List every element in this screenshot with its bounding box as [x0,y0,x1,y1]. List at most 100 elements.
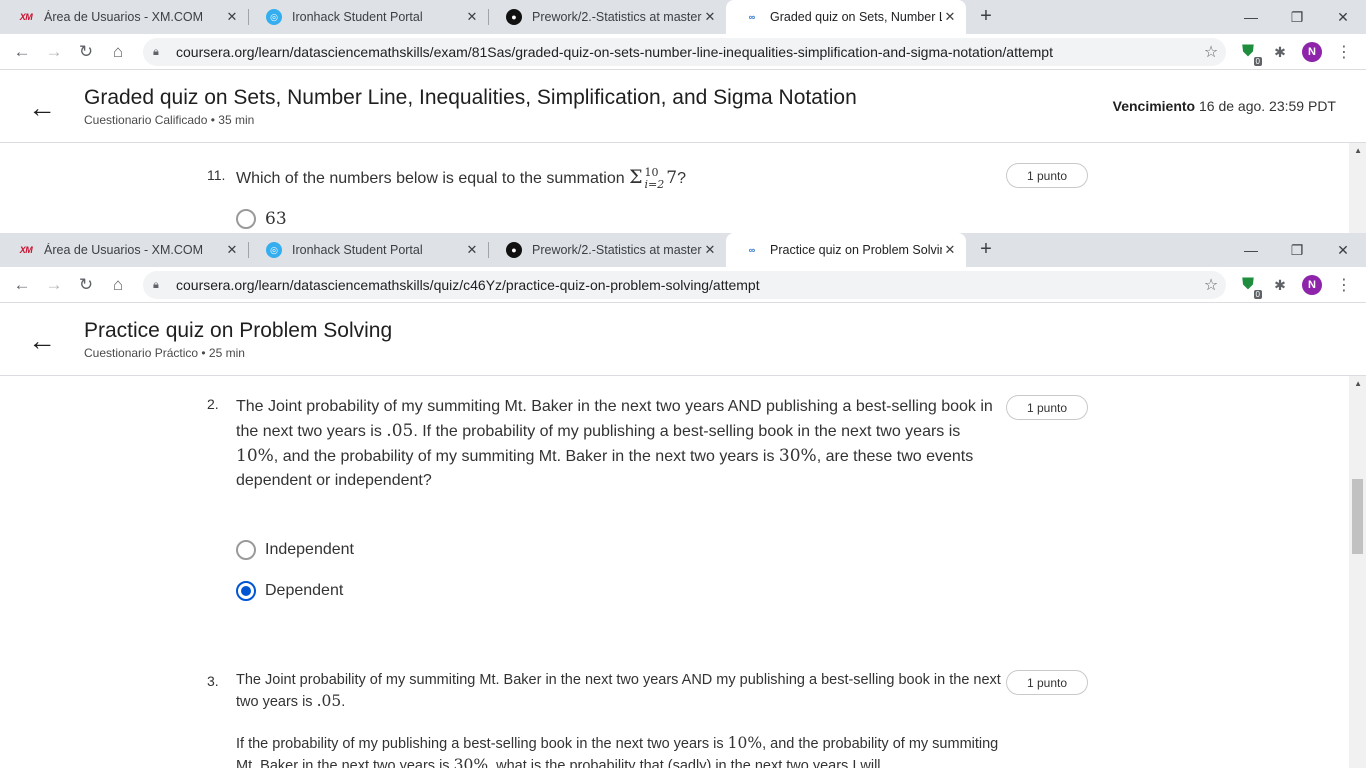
quiz-header: ← Practice quiz on Problem Solving Cuest… [0,303,1366,376]
radio-button[interactable] [236,540,256,560]
due-label: Vencimiento [1112,98,1196,114]
page-title: Practice quiz on Problem Solving [84,319,393,342]
points-badge: 1 punto [1006,670,1088,695]
minimize-button[interactable]: — [1228,233,1274,267]
tab-github[interactable]: ● Prework/2.-Statistics at master · N ✕ [488,0,726,34]
scrollbar[interactable]: ▲ [1349,376,1366,768]
bookmark-star-icon[interactable]: ☆ [1196,275,1226,295]
question-number: 11. [207,167,226,183]
close-tab-icon[interactable]: ✕ [224,242,240,258]
tab-xm[interactable]: XM Área de Usuarios - XM.COM ✕ [0,0,248,34]
scroll-thumb[interactable] [1352,479,1363,554]
avatar-initial: N [1308,46,1316,58]
reload-button[interactable]: ↻ [74,40,98,64]
math-value: 10% [236,446,274,466]
tab-ironhack[interactable]: ◎ Ironhack Student Portal ✕ [248,233,488,267]
tab-strip: XM Área de Usuarios - XM.COM ✕ ◎ Ironhac… [0,0,1366,34]
browser-menu-icon[interactable]: ⋮ [1334,275,1354,295]
sigma-lower-limit: i=2 [644,177,665,191]
restore-button[interactable]: ❐ [1274,0,1320,34]
question-3-paragraph-2: If the probability of my publishing a be… [236,733,1001,768]
new-tab-button[interactable]: + [975,239,997,261]
close-tab-icon[interactable]: ✕ [942,9,958,25]
tab-label: Prework/2.-Statistics at master · N [532,243,702,257]
close-tab-icon[interactable]: ✕ [942,242,958,258]
tab-xm[interactable]: XM Área de Usuarios - XM.COM ✕ [0,233,248,267]
profile-avatar[interactable]: N [1302,42,1322,62]
close-tab-icon[interactable]: ✕ [464,242,480,258]
xm-logo-icon: XM [19,245,33,255]
ironhack-icon: ◎ [266,242,282,258]
new-tab-button[interactable]: + [975,6,997,28]
tab-label: Área de Usuarios - XM.COM [44,10,204,24]
math-value: 10% [727,734,763,752]
browser-menu-icon[interactable]: ⋮ [1334,42,1354,62]
sigma-upper-limit: 10 [644,165,659,179]
close-window-button[interactable]: ✕ [1320,233,1366,267]
question-number: 3. [207,673,219,689]
option-label: Dependent [265,582,344,599]
restore-button[interactable]: ❐ [1274,233,1320,267]
reload-button[interactable]: ↻ [74,273,98,297]
question-text: Which of the numbers below is equal to t… [236,165,1001,191]
coursera-icon: ∞ [748,12,756,22]
question-text-part: The Joint probability of my summiting Mt… [236,672,1001,710]
sigma-term: 7 [666,168,678,188]
question-text-part: . If the probability of my publishing a … [413,423,961,440]
answer-option[interactable]: 63 [236,209,287,229]
minimize-button[interactable]: — [1228,0,1274,34]
browser-window-graded-quiz: XM Área de Usuarios - XM.COM ✕ ◎ Ironhac… [0,0,1366,233]
url-text[interactable]: coursera.org/learn/datasciencemathskills… [176,277,1196,293]
home-button[interactable]: ⌂ [106,40,130,64]
extensions-puzzle-icon[interactable]: ✱ [1270,275,1290,295]
answer-option-independent[interactable]: Independent [236,540,354,560]
close-tab-icon[interactable]: ✕ [224,9,240,25]
address-bar[interactable]: 🔒︎ coursera.org/learn/datasciencemathski… [143,38,1226,66]
due-value: 16 de ago. 23:59 PDT [1199,98,1336,114]
back-button[interactable]: ← [10,40,34,64]
back-arrow-icon[interactable]: ← [28,94,56,122]
forward-button[interactable]: → [42,273,66,297]
profile-avatar[interactable]: N [1302,275,1322,295]
question-text-part: If the probability of my publishing a be… [236,736,728,752]
close-tab-icon[interactable]: ✕ [464,9,480,25]
tab-label: Ironhack Student Portal [292,10,423,24]
extensions-puzzle-icon[interactable]: ✱ [1270,42,1290,62]
github-icon: ● [506,242,522,258]
back-arrow-icon[interactable]: ← [28,327,56,355]
tab-graded-quiz[interactable]: ∞ Graded quiz on Sets, Number Lin ✕ [726,0,966,34]
radio-button-selected[interactable] [236,581,256,601]
scroll-up-arrow-icon[interactable]: ▲ [1354,146,1362,155]
radio-button[interactable] [236,209,256,229]
points-badge: 1 punto [1006,163,1088,188]
ironhack-icon: ◎ [266,9,282,25]
question-3-text: The Joint probability of my summiting Mt… [236,670,1001,768]
tab-practice-quiz[interactable]: ∞ Practice quiz on Problem Solving ✕ [726,233,966,267]
close-window-button[interactable]: ✕ [1320,0,1366,34]
page-title: Graded quiz on Sets, Number Line, Inequa… [84,86,857,109]
lock-icon: 🔒︎ [153,278,159,291]
shield-extension-icon[interactable]: ⛊ 0 [1238,42,1262,66]
browser-window-practice-quiz: XM Área de Usuarios - XM.COM ✕ ◎ Ironhac… [0,233,1366,768]
url-text[interactable]: coursera.org/learn/datasciencemathskills… [176,44,1196,60]
answer-option-dependent[interactable]: Dependent [236,581,343,601]
tab-label: Graded quiz on Sets, Number Lin [770,10,942,24]
back-button[interactable]: ← [10,273,34,297]
browser-toolbar: ← → ↻ ⌂ 🔒︎ coursera.org/learn/datascienc… [0,267,1366,303]
math-value: 30% [453,756,489,768]
scrollbar[interactable]: ▲ [1349,143,1366,233]
option-label: Independent [265,541,354,558]
address-bar[interactable]: 🔒︎ coursera.org/learn/datasciencemathski… [143,271,1226,299]
home-button[interactable]: ⌂ [106,273,130,297]
close-tab-icon[interactable]: ✕ [702,242,718,258]
sigma-symbol: Σ [629,166,643,188]
tab-ironhack[interactable]: ◎ Ironhack Student Portal ✕ [248,0,488,34]
bookmark-star-icon[interactable]: ☆ [1196,42,1226,62]
tab-github[interactable]: ● Prework/2.-Statistics at master · N ✕ [488,233,726,267]
scroll-up-arrow-icon[interactable]: ▲ [1354,379,1362,388]
forward-button[interactable]: → [42,40,66,64]
quiz-content: ▲ 2. The Joint probability of my summiti… [0,376,1366,768]
shield-extension-icon[interactable]: ⛊ 0 [1238,275,1262,299]
close-tab-icon[interactable]: ✕ [702,9,718,25]
question-number: 2. [207,396,219,412]
